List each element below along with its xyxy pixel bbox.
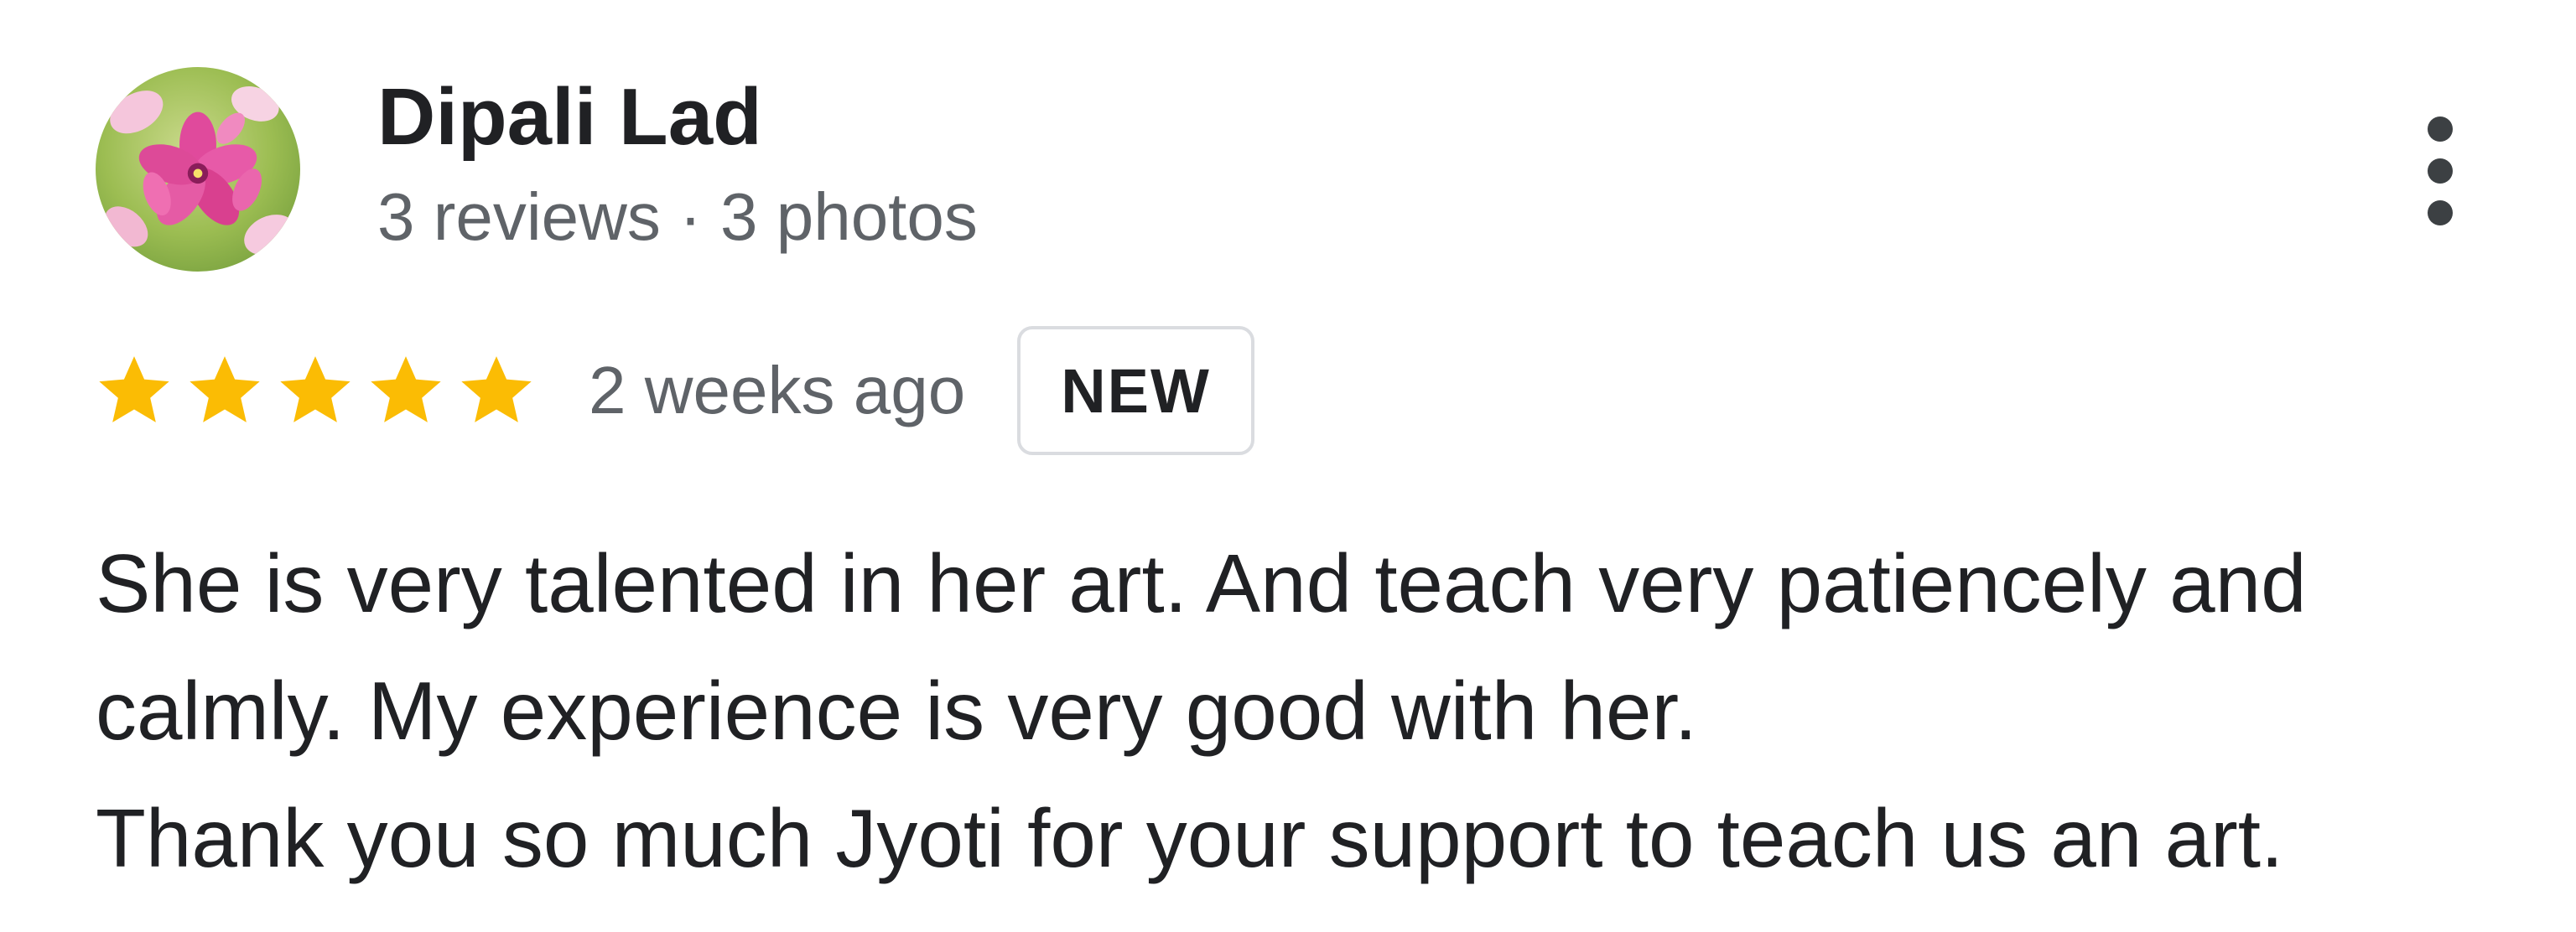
star-icon (371, 356, 441, 422)
author-meta: 3 reviews · 3 photos (377, 179, 978, 254)
review-text-line: She is very talented in her art. And tea… (96, 537, 2307, 629)
review-card: Dipali Lad 3 reviews · 3 photos 2 weeks … (0, 0, 2576, 932)
flower-avatar-icon (96, 67, 300, 272)
review-text-line: calmly. My experience is very good with … (96, 665, 1697, 757)
new-badge: NEW (1017, 326, 1254, 455)
star-icon (190, 356, 260, 422)
rating-row: 2 weeks ago NEW (92, 324, 1254, 458)
more-vert-icon (2428, 116, 2453, 225)
review-time: 2 weeks ago (589, 353, 966, 427)
star-rating (92, 349, 545, 432)
author-name[interactable]: Dipali Lad (377, 67, 762, 168)
star-icon (461, 356, 532, 422)
more-options-button[interactable] (2398, 104, 2482, 238)
star-icon (280, 356, 351, 422)
review-text-line: Thank you so much Jyoti for your support… (96, 792, 2284, 884)
avatar[interactable] (96, 67, 300, 272)
review-text: She is very talented in her art. And tea… (96, 520, 2527, 902)
star-icon (99, 356, 169, 422)
